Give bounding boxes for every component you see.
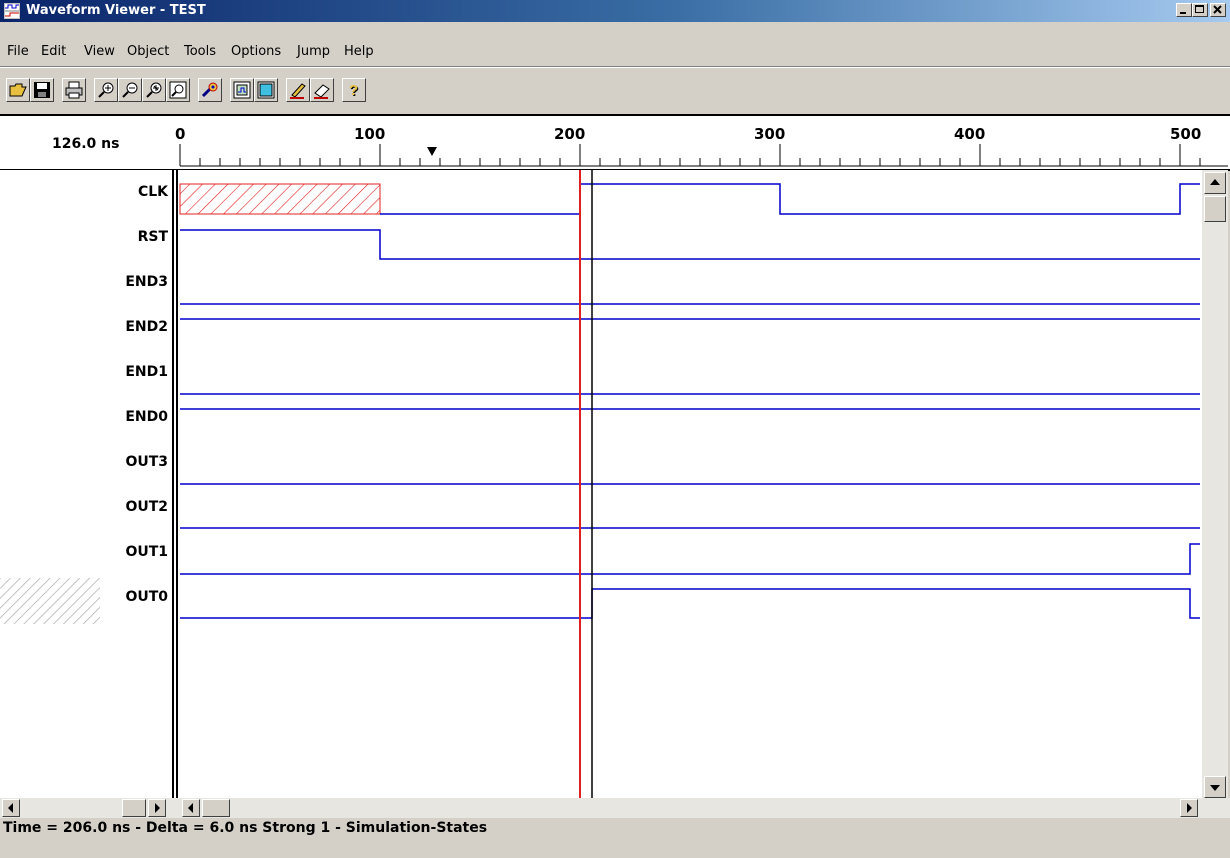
blank-window-icon [257,81,275,99]
ruler-labels: 0 100 200 300 400 500 [175,125,1201,143]
app-icon [4,3,20,19]
run-icon [201,82,218,98]
show-window-button[interactable] [230,78,254,102]
clk-wave [580,183,1200,215]
zoom-fit-button[interactable] [166,78,190,102]
clk-unknown-region [179,183,381,215]
signal-name-out3[interactable]: OUT3 [125,454,168,470]
title-bar[interactable]: Waveform Viewer - TEST [0,0,1230,22]
signal-name-end3[interactable]: END3 [125,274,168,290]
pencil-icon [290,83,306,99]
menu-help[interactable]: Help [344,44,374,59]
help-icon: ?? [349,82,359,99]
rst-wave [180,229,1200,260]
zoom-area-icon [146,82,162,98]
vertical-scroll-thumb[interactable] [1204,196,1226,222]
arrow-left-icon [8,803,13,813]
zoom-out-button[interactable] [118,78,142,102]
arrow-right-icon [1187,803,1192,813]
signal-name-end0[interactable]: END0 [125,409,168,425]
toolbar: ?? [0,72,1230,116]
signal-name-clk[interactable]: CLK [138,184,168,200]
help-button[interactable]: ?? [342,78,366,102]
ruler-label: 400 [954,125,985,143]
ruler-label: 200 [554,125,585,143]
print-icon [65,81,83,99]
menu-tools[interactable]: Tools [184,44,216,59]
out1-wave [180,543,1200,575]
menu-object[interactable]: Object [127,44,169,59]
window-title: Waveform Viewer - TEST [26,3,206,18]
waveform-viewer-window: Waveform Viewer - TEST File Edit View Ob… [0,0,1230,858]
arrow-left-icon [188,803,193,813]
vertical-scrollbar[interactable] [1202,170,1228,798]
names-scroll-left-button[interactable] [2,799,20,817]
names-scroll-thumb[interactable] [122,799,146,817]
arrow-right-icon [155,803,160,813]
pencil-button[interactable] [286,78,310,102]
menu-file[interactable]: File [7,44,29,59]
minimize-button[interactable] [1176,3,1192,17]
signal-name-out1[interactable]: OUT1 [125,544,168,560]
eraser-icon [314,84,330,99]
wave-scroll-right-button[interactable] [1180,799,1198,817]
cursor-marker-icon[interactable] [427,147,437,156]
ruler-label: 100 [354,125,385,143]
run-button[interactable] [198,78,222,102]
signal-name-out0[interactable]: OUT0 [125,589,168,605]
eraser-button[interactable] [310,78,334,102]
wave-scroll-left-button[interactable] [182,799,200,817]
ruler-ticks [179,144,1228,167]
save-icon [34,82,50,98]
signal-name-end1[interactable]: END1 [125,364,168,380]
menu-view[interactable]: View [84,44,115,59]
maximize-icon [1195,5,1204,13]
zoom-out-icon [122,82,138,98]
print-button[interactable] [62,78,86,102]
svg-text:?: ? [349,82,358,99]
arrow-up-icon [1210,179,1220,185]
menu-separator-light [0,67,1230,68]
zoom-area-button[interactable] [142,78,166,102]
time-ruler[interactable]: 0 100 200 300 400 500 [0,114,1230,170]
zoom-in-icon [98,82,114,98]
menu-bar: File Edit View Object Tools Options Jump… [0,41,1230,67]
status-bar-text: Time = 206.0 ns - Delta = 6.0 ns Strong … [3,820,488,836]
blank-window-button[interactable] [254,78,278,102]
ruler-label: 0 [175,125,185,143]
close-icon [1213,5,1222,14]
open-folder-icon [9,83,27,97]
menu-edit[interactable]: Edit [41,44,66,59]
waveform-panel[interactable] [178,170,1202,798]
minimize-icon [1180,12,1186,14]
menu-jump[interactable]: Jump [297,44,330,59]
out0-wave [180,588,1200,619]
signal-name-end2[interactable]: END2 [125,319,168,335]
hatch-highlight [0,578,100,624]
signal-name-rst[interactable]: RST [138,229,168,245]
menu-options[interactable]: Options [231,44,281,59]
signal-names-panel: CLK RST END3 END2 END1 END0 OUT3 OUT2 OUT1 OUT0 [0,170,172,798]
signal-name-out2[interactable]: OUT2 [125,499,168,515]
show-window-icon [233,81,251,99]
maximize-button[interactable] [1192,3,1208,17]
scroll-up-button[interactable] [1204,172,1226,194]
scroll-down-button[interactable] [1204,776,1226,798]
close-button[interactable] [1210,3,1226,17]
save-button[interactable] [30,78,54,102]
zoom-fit-icon [169,81,187,99]
open-button[interactable] [6,78,30,102]
names-scroll-right-button[interactable] [148,799,166,817]
ruler-label: 300 [754,125,785,143]
ruler-label: 500 [1170,125,1201,143]
zoom-in-button[interactable] [94,78,118,102]
wave-scroll-thumb[interactable] [202,799,230,817]
arrow-down-icon [1210,785,1220,791]
